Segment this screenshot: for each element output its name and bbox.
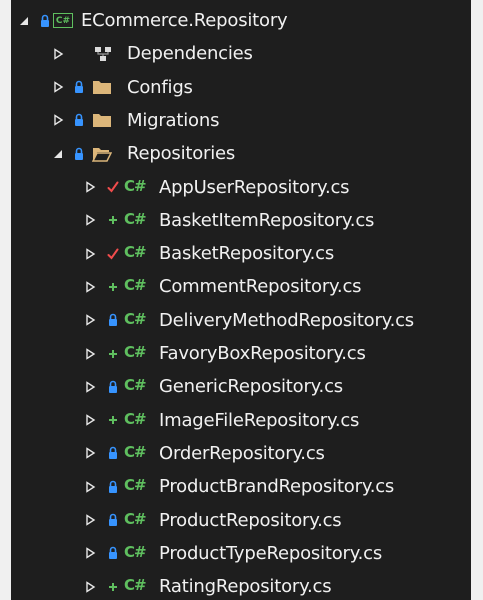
- tree-item-file[interactable]: C# BasketItemRepository.cs: [11, 204, 471, 237]
- lock-icon: [107, 479, 119, 495]
- dependencies-icon: [93, 45, 115, 63]
- collapsed-arrow-icon[interactable]: [83, 413, 97, 427]
- collapsed-arrow-icon[interactable]: [51, 80, 65, 94]
- tree-item-file[interactable]: C# OrderRepository.cs: [11, 437, 471, 470]
- dependencies-label: Dependencies: [127, 43, 253, 64]
- lock-icon: [73, 146, 85, 162]
- solution-explorer-panel: C# ECommerce.Repository Dependencies Con…: [11, 0, 471, 600]
- collapsed-arrow-icon[interactable]: [83, 313, 97, 327]
- csharp-file-icon: C#: [124, 309, 147, 328]
- file-label: BasketItemRepository.cs: [159, 209, 375, 231]
- collapsed-arrow-icon[interactable]: [83, 380, 97, 394]
- lock-icon: [107, 379, 119, 395]
- file-label: BasketRepository.cs: [159, 243, 335, 265]
- tree-item-project[interactable]: C# ECommerce.Repository: [11, 4, 471, 37]
- lock-icon: [107, 545, 119, 561]
- csharp-file-icon: C#: [124, 442, 147, 461]
- collapsed-arrow-icon[interactable]: [83, 280, 97, 294]
- tree-item-file[interactable]: C# BasketRepository.cs: [11, 237, 471, 270]
- tree-item-folder-configs[interactable]: Configs: [11, 71, 471, 104]
- lock-icon: [107, 445, 119, 461]
- csharp-file-icon: C#: [124, 542, 147, 561]
- folder-label: Migrations: [127, 109, 220, 131]
- tree-item-file[interactable]: C# ProductTypeRepository.cs: [11, 537, 471, 570]
- csharp-file-icon: C#: [124, 176, 147, 195]
- expanded-arrow-icon[interactable]: [17, 14, 31, 28]
- plus-icon: [107, 212, 119, 228]
- tree-item-file[interactable]: C# ProductBrandRepository.cs: [11, 470, 471, 503]
- collapsed-arrow-icon[interactable]: [83, 213, 97, 227]
- tree-item-file[interactable]: C# DeliveryMethodRepository.cs: [11, 304, 471, 337]
- lock-icon: [39, 13, 51, 29]
- project-name: ECommerce.Repository: [81, 10, 288, 31]
- tree-item-file[interactable]: C# FavoryBoxRepository.cs: [11, 337, 471, 370]
- file-label: ProductRepository.cs: [159, 509, 342, 531]
- file-label: OrderRepository.cs: [159, 442, 325, 464]
- collapsed-arrow-icon[interactable]: [83, 513, 97, 527]
- file-label: ProductTypeRepository.cs: [159, 542, 383, 564]
- collapsed-arrow-icon[interactable]: [83, 580, 97, 594]
- folder-open-icon: [92, 146, 112, 162]
- checkmark-icon: [107, 179, 119, 195]
- checkmark-icon: [107, 246, 119, 262]
- collapsed-arrow-icon[interactable]: [83, 546, 97, 560]
- plus-icon: [107, 579, 119, 595]
- folder-icon: [92, 112, 112, 128]
- tree-item-folder-migrations[interactable]: Migrations: [11, 104, 471, 137]
- csharp-file-icon: C#: [124, 509, 147, 528]
- file-label: ProductBrandRepository.cs: [159, 476, 395, 498]
- file-label: FavoryBoxRepository.cs: [159, 343, 366, 364]
- csharp-file-icon: C#: [124, 243, 147, 262]
- solution-tree: C# ECommerce.Repository Dependencies Con…: [11, 0, 471, 600]
- csharp-file-icon: C#: [124, 409, 147, 428]
- collapsed-arrow-icon[interactable]: [83, 446, 97, 460]
- lock-icon: [107, 512, 119, 528]
- collapsed-arrow-icon[interactable]: [83, 247, 97, 261]
- collapsed-arrow-icon[interactable]: [51, 113, 65, 127]
- tree-item-file[interactable]: C# CommentRepository.cs: [11, 270, 471, 303]
- csharp-file-icon: C#: [124, 476, 147, 495]
- tree-item-folder-repositories[interactable]: Repositories: [11, 137, 471, 170]
- tree-item-dependencies[interactable]: Dependencies: [11, 37, 471, 70]
- lock-icon: [73, 79, 85, 95]
- file-label: ImageFileRepository.cs: [159, 409, 360, 431]
- file-label: AppUserRepository.cs: [159, 176, 350, 198]
- csharp-project-icon: C#: [53, 13, 73, 28]
- tree-item-file[interactable]: C# RatingRepository.cs: [11, 570, 471, 600]
- csharp-file-icon: C#: [124, 576, 147, 595]
- folder-label: Configs: [127, 76, 193, 98]
- screenshot-frame: C# ECommerce.Repository Dependencies Con…: [0, 0, 483, 600]
- csharp-file-icon: C#: [124, 276, 147, 295]
- collapsed-arrow-icon[interactable]: [83, 480, 97, 494]
- collapsed-arrow-icon[interactable]: [83, 180, 97, 194]
- file-label: GenericRepository.cs: [159, 376, 343, 398]
- collapsed-arrow-icon[interactable]: [51, 47, 65, 61]
- expanded-arrow-icon[interactable]: [51, 147, 65, 161]
- file-label: RatingRepository.cs: [159, 576, 332, 598]
- lock-icon: [73, 112, 85, 128]
- csharp-file-icon: C#: [124, 376, 147, 395]
- file-label: DeliveryMethodRepository.cs: [159, 309, 414, 331]
- tree-item-file[interactable]: C# ProductRepository.cs: [11, 504, 471, 537]
- tree-item-file[interactable]: C# ImageFileRepository.cs: [11, 404, 471, 437]
- tree-item-file[interactable]: C# AppUserRepository.cs: [11, 171, 471, 204]
- lock-icon: [107, 312, 119, 328]
- plus-icon: [107, 412, 119, 428]
- csharp-file-icon: C#: [124, 343, 147, 361]
- tree-item-file[interactable]: C# GenericRepository.cs: [11, 370, 471, 403]
- plus-icon: [107, 279, 119, 295]
- folder-label: Repositories: [127, 143, 236, 165]
- csharp-file-icon: C#: [124, 209, 147, 228]
- collapsed-arrow-icon[interactable]: [83, 347, 97, 361]
- folder-icon: [92, 79, 112, 95]
- plus-icon: [107, 346, 119, 362]
- file-label: CommentRepository.cs: [159, 276, 362, 298]
